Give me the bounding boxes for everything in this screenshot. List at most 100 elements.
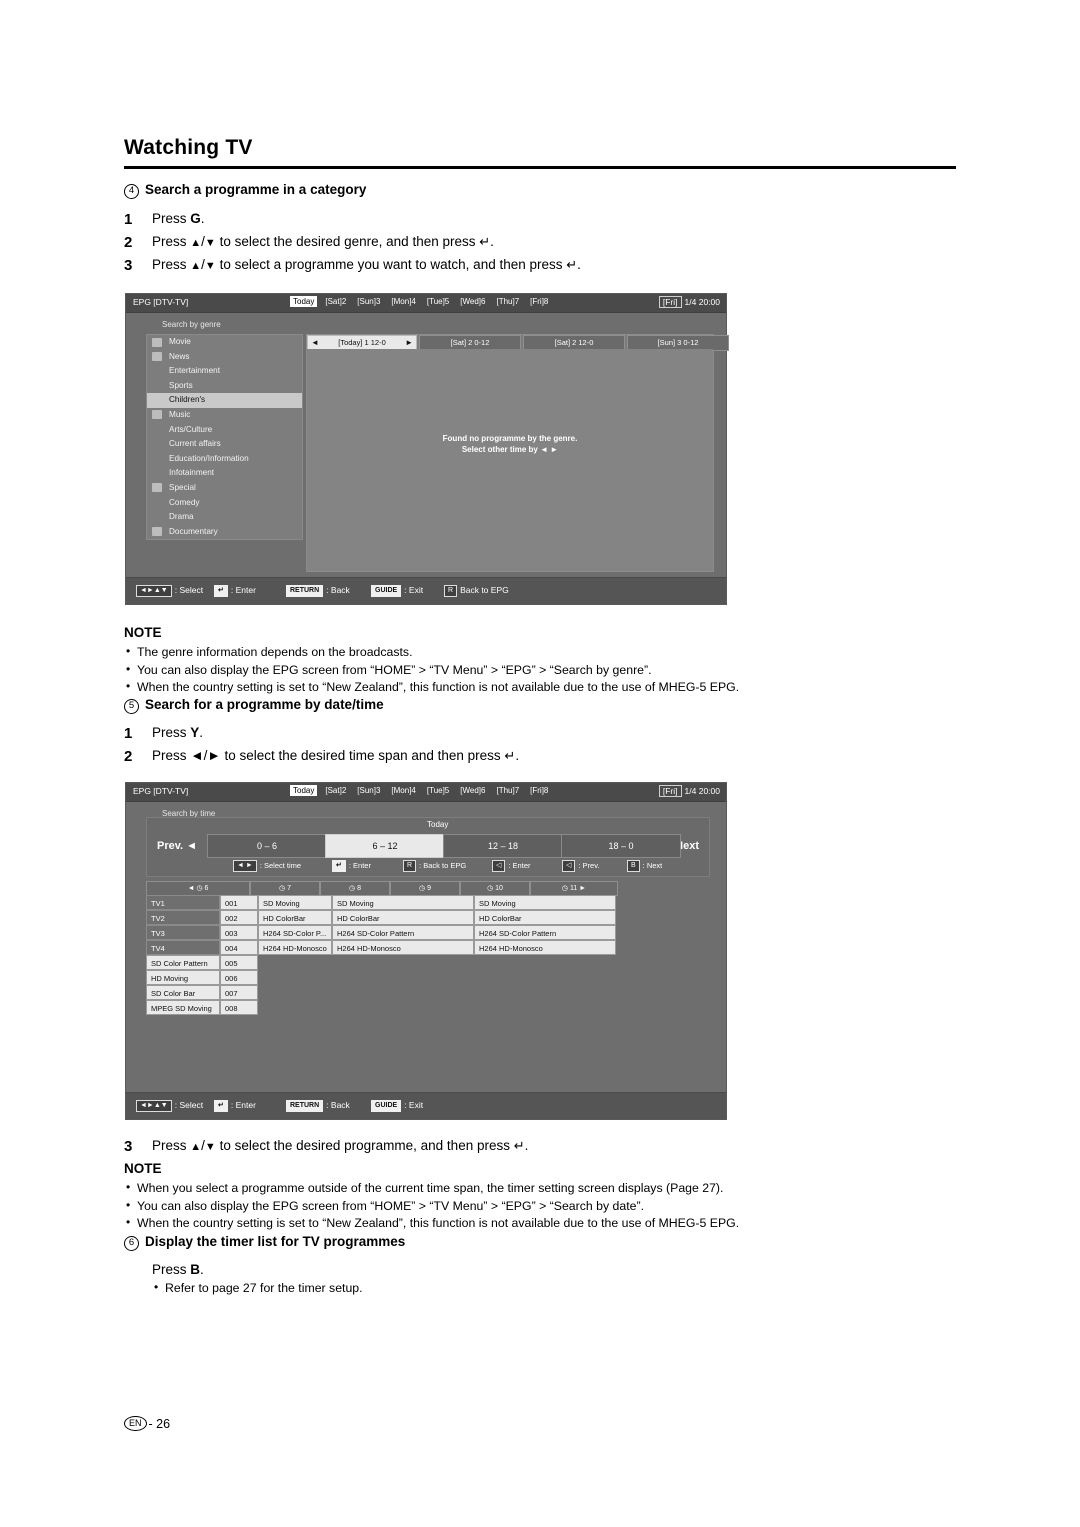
programme-cell[interactable]: H264 HD-Monosco [332,940,474,955]
programme-cell[interactable]: HD ColorBar [332,910,474,925]
genre-item-news[interactable]: News [147,350,302,365]
prev-button[interactable]: Prev. ◄ [157,840,197,852]
programme-cell[interactable]: SD Moving [258,895,332,910]
programme-cell[interactable]: HD ColorBar [258,910,332,925]
day-tab-fri8[interactable]: [Fri]8 [527,296,551,307]
genre-list[interactable]: Movie News Entertainment Sports Children… [146,334,303,541]
epg-time-day-tabs[interactable]: Today [Sat]2 [Sun]3 [Mon]4 [Tue]5 [Wed]6 [Thu]… [290,785,556,796]
genre-item-childrens[interactable]: Children's [147,393,302,408]
note-item: When the country setting is set to “New … [124,678,954,697]
channel-name[interactable]: TV4 [146,940,220,955]
genre-label: Special [169,482,196,492]
time-span-18-0[interactable]: 18 – 0 [561,834,681,858]
time-span-6-12[interactable]: 6 – 12 [325,834,445,858]
day-tab-wed6[interactable]: [Wed]6 [457,296,488,307]
programme-cell[interactable]: HD ColorBar [474,910,616,925]
epg-genre-legend: ◄►▲▼: Select ↵: Enter RETURN: Back GUIDE… [126,577,726,604]
genre-item-drama[interactable]: Drama [147,510,302,525]
genre-item-music[interactable]: Music [147,408,302,423]
programme-cell[interactable]: H264 SD-Color Pattern [474,925,616,940]
day-tab-fri8[interactable]: [Fri]8 [527,785,551,796]
day-tab-today[interactable]: Today [290,785,318,796]
step-text: Press ▲/▼ to select the desired genre, a… [152,234,494,250]
guide-key-icon: GUIDE [371,1100,402,1112]
table-row[interactable]: TV3 003 H264 SD-Color P... H264 SD-Color… [146,925,710,940]
epg-label: EPG [DTV-TV] [133,786,189,796]
table-row[interactable]: SD Color Pattern 005 [146,955,710,970]
day-tab-today[interactable]: Today [290,296,318,307]
channel-rows: TV1 001 SD Moving SD Moving SD Moving TV… [146,895,710,1015]
table-row[interactable]: SD Color Bar 007 [146,985,710,1000]
day-tab-tue5[interactable]: [Tue]5 [424,785,452,796]
step-number: 1 [124,725,133,742]
hour-header-9[interactable]: ◷ 9 [390,881,460,896]
programme-cell[interactable]: H264 HD-Monosco [258,940,332,955]
left-arrow-icon: ◄ [186,840,198,852]
genre-item-sports[interactable]: Sports [147,379,302,394]
time-span-0-6[interactable]: 0 – 6 [207,834,327,858]
clock-day: [Fri] [658,785,682,797]
genre-item-special[interactable]: Special [147,481,302,496]
epg-genre-grid-header: ◄ [Today] 1 12-0 ► [Sat] 2 0-12 [Sat] 2 … [307,335,729,351]
genre-label: Children's [169,395,206,405]
table-row[interactable]: TV2 002 HD ColorBar HD ColorBar HD Color… [146,910,710,925]
right-arrow-icon[interactable]: ► [405,337,413,348]
genre-item-education-information[interactable]: Education/Information [147,452,302,467]
table-row[interactable]: TV4 004 H264 HD-Monosco H264 HD-Monosco … [146,940,710,955]
legend-text: : Prev. [578,861,600,870]
section-4-marker: 4 [124,184,139,199]
table-row[interactable]: HD Moving 006 [146,970,710,985]
r-key-icon: R [444,585,458,597]
hour-header-8[interactable]: ◷ 8 [320,881,390,896]
genre-item-infotainment[interactable]: Infotainment [147,466,302,481]
genre-item-movie[interactable]: Movie [147,335,302,350]
day-tab-sun3[interactable]: [Sun]3 [354,785,383,796]
genre-item-documentary[interactable]: Documentary [147,525,302,540]
programme-cell[interactable]: SD Moving [474,895,616,910]
programme-cell[interactable]: H264 HD-Monosco [474,940,616,955]
channel-name[interactable]: MPEG SD Moving [146,1000,220,1015]
programme-cell[interactable]: H264 SD-Color Pattern [332,925,474,940]
day-tab-thu7[interactable]: [Thu]7 [493,296,522,307]
channel-name[interactable]: TV1 [146,895,220,910]
hour-header-7[interactable]: ◷ 7 [250,881,320,896]
hour-header-11[interactable]: ◷ 11 ► [530,881,618,896]
day-tab-thu7[interactable]: [Thu]7 [493,785,522,796]
epg-genre-grid: ◄ [Today] 1 12-0 ► [Sat] 2 0-12 [Sat] 2 … [306,334,729,572]
channel-name[interactable]: SD Color Pattern [146,955,220,970]
channel-name[interactable]: TV2 [146,910,220,925]
channel-name[interactable]: HD Moving [146,970,220,985]
genre-label: News [169,351,190,361]
section-6-heading-text: Display the timer list for TV programmes [145,1234,406,1249]
genre-item-arts-culture[interactable]: Arts/Culture [147,423,302,438]
enter-key-icon: ↵ [214,1100,228,1112]
time-span-list[interactable]: 0 – 6 6 – 12 12 – 18 18 – 0 [207,834,681,858]
day-tab-sat2[interactable]: [Sat]2 [322,785,349,796]
day-tab-wed6[interactable]: [Wed]6 [457,785,488,796]
left-arrow-icon[interactable]: ◄ [188,885,195,892]
genre-item-comedy[interactable]: Comedy [147,496,302,511]
time-column-label: [Sat] 2 0-12 [450,338,490,347]
genre-item-current-affairs[interactable]: Current affairs [147,437,302,452]
hour-label: 8 [357,885,361,892]
day-tab-sun3[interactable]: [Sun]3 [354,296,383,307]
right-arrow-icon[interactable]: ► [579,885,586,892]
hour-header-10[interactable]: ◷ 10 [460,881,530,896]
programme-cell[interactable]: SD Moving [332,895,474,910]
day-tab-mon4[interactable]: [Mon]4 [388,296,418,307]
genre-item-entertainment[interactable]: Entertainment [147,364,302,379]
table-row[interactable]: TV1 001 SD Moving SD Moving SD Moving [146,895,710,910]
day-tab-sat2[interactable]: [Sat]2 [322,296,349,307]
epg-genre-day-tabs[interactable]: Today [Sat]2 [Sun]3 [Mon]4 [Tue]5 [Wed]6 [Thu]… [290,296,556,307]
return-key-icon: RETURN [286,585,324,597]
hour-header-6[interactable]: ◄ ◷ 6 [146,881,250,896]
day-tab-tue5[interactable]: [Tue]5 [424,296,452,307]
left-arrow-icon[interactable]: ◄ [311,337,319,348]
legend-text: : Enter [508,861,531,870]
table-row[interactable]: MPEG SD Moving 008 [146,1000,710,1015]
programme-cell[interactable]: H264 SD-Color P... [258,925,332,940]
channel-name[interactable]: SD Color Bar [146,985,220,1000]
day-tab-mon4[interactable]: [Mon]4 [388,785,418,796]
time-span-12-18[interactable]: 12 – 18 [443,834,563,858]
channel-name[interactable]: TV3 [146,925,220,940]
